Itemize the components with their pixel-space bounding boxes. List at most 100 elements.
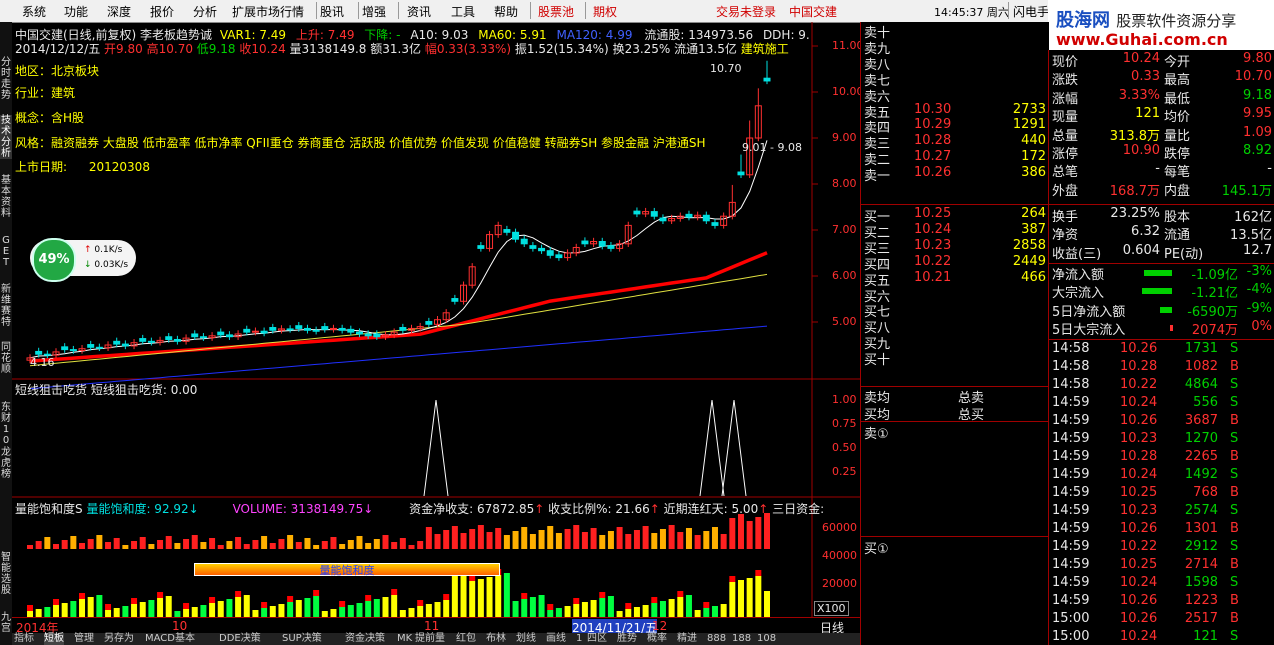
tab-tonghuashun[interactable]: 同花顺 (0, 342, 12, 375)
bottom-tab[interactable]: 概率 (647, 633, 667, 645)
menu-item-quote[interactable]: 报价 (150, 3, 174, 20)
tick-side: S (1230, 467, 1239, 482)
saturation-bar (746, 578, 753, 617)
bottom-tab[interactable]: 布林 (486, 633, 506, 645)
quote-label: 最低 (1164, 91, 1191, 107)
flash-trade-button[interactable]: 闪电手 (1013, 3, 1049, 20)
candle-body (113, 340, 121, 345)
menu-item-function[interactable]: 功能 (64, 3, 88, 20)
tick-price: 10.26 (1120, 611, 1158, 626)
tick-price: 10.24 (1120, 575, 1158, 590)
tick-side: S (1230, 341, 1239, 356)
volume-bar (131, 541, 138, 549)
style-row: 风格：融资融券 大盘股 低市盈率 低市净率 QFII重仓 券商重仓 活跃股 价值… (15, 136, 706, 150)
volume-bar (209, 538, 216, 549)
saturation-bar (685, 595, 692, 617)
volume-bar (304, 538, 311, 549)
bottom-tab[interactable]: 短板 (44, 633, 64, 645)
bottom-tab[interactable]: 提前量 (415, 633, 445, 645)
volume-bar (599, 535, 606, 549)
menu-item-tools[interactable]: 工具 (451, 3, 475, 20)
menu-item-options[interactable]: 期权 (593, 3, 617, 20)
menu-item-system[interactable]: 系统 (22, 3, 46, 20)
buy-queue-label: 买① (864, 542, 889, 557)
bottom-tab[interactable]: 1 (576, 633, 582, 645)
saturation-bar (157, 598, 164, 617)
volume-bar (685, 528, 692, 549)
bottom-tab[interactable]: 888 (707, 633, 726, 645)
volume-bar (625, 534, 632, 549)
tab-timeshare[interactable]: 分时走势 (0, 57, 12, 101)
sell-level-price: 10.30 (914, 101, 952, 117)
volume-bar (217, 545, 224, 549)
tab-xinwei[interactable]: 新维赛特 (0, 284, 12, 328)
volume-bar (165, 536, 172, 549)
sub1-axis-label: 0.75 (832, 417, 857, 430)
tab-get[interactable]: GET (0, 235, 12, 268)
tab-smart-pick[interactable]: 智能选股 (0, 552, 12, 596)
bottom-tab[interactable]: 四区 (587, 633, 607, 645)
bottom-tab[interactable]: 资金决策 (345, 633, 385, 645)
bottom-tab[interactable]: 指标 (14, 633, 34, 645)
tab-technical-analysis[interactable]: 技术分析 (0, 115, 12, 159)
quote-label: 内盘 (1164, 183, 1191, 199)
bottom-tab[interactable]: 108 (757, 633, 776, 645)
kline-chart-area[interactable] (12, 22, 860, 633)
speed-gauge[interactable]: 49% ↑ 0.1K/s ↓ 0.03K/s (30, 238, 136, 282)
saturation-bar (703, 608, 710, 617)
quote-label: 现量 (1052, 110, 1079, 126)
tab-fundamentals[interactable]: 基本资料 (0, 175, 12, 219)
bottom-tab[interactable]: 管理 (74, 633, 94, 645)
menu-item-stock-news[interactable]: 股讯 (320, 3, 344, 20)
candle-body (251, 330, 259, 333)
buy-level-price: 10.25 (914, 206, 952, 221)
menu-item-info[interactable]: 资讯 (407, 3, 431, 20)
saturation-cap (313, 590, 320, 596)
bottom-tab[interactable]: 188 (732, 633, 751, 645)
volume-bar (356, 536, 363, 549)
quote-label: 换手 (1052, 210, 1079, 225)
quote-value: 12.7 (1243, 242, 1272, 258)
three-day-funds: 三日资金: (772, 502, 825, 516)
menu-item-help[interactable]: 帮助 (494, 3, 518, 20)
flow-percent: -4% (1246, 282, 1272, 298)
bottom-tab[interactable]: SUP决策 (282, 633, 322, 645)
bottom-tab[interactable]: 红包 (456, 633, 476, 645)
candlestick-series[interactable] (26, 60, 771, 364)
bottom-tab[interactable]: MACD基本 (145, 633, 195, 645)
bottom-tab[interactable]: 划线 (516, 633, 536, 645)
menu-item-analysis[interactable]: 分析 (193, 3, 217, 20)
tab-dragon-tiger[interactable]: 龙虎榜 (0, 447, 12, 480)
saturation-bar (408, 608, 415, 617)
bottom-tab[interactable]: 胜势 (617, 633, 637, 645)
bottom-tab[interactable]: 精进 (677, 633, 697, 645)
trade-login-status[interactable]: 交易未登录 (716, 3, 776, 20)
tick-side: S (1230, 539, 1239, 554)
bottom-tab[interactable]: DDE决策 (219, 633, 261, 645)
style-value: 融资融券 大盘股 低市盈率 低市净率 QFII重仓 券商重仓 活跃股 价值优势 … (51, 136, 706, 150)
saturation-bar (226, 599, 233, 617)
tab-dongcai[interactable]: 东财10 (0, 402, 12, 446)
saturation-bar (521, 599, 528, 617)
gauge-percent: 49% (32, 238, 76, 282)
menu-item-enhance[interactable]: 增强 (362, 3, 386, 20)
time-label-oct: 10 (172, 619, 188, 633)
tick-volume: 4864 (1184, 377, 1218, 392)
saturation-bar (53, 605, 60, 617)
menu-item-stock-pool[interactable]: 股票池 (538, 3, 574, 20)
tick-time: 14:59 (1052, 503, 1090, 518)
bottom-tab[interactable]: MK (397, 633, 412, 645)
site-logo-banner: 股海网 股票软件资源分享 www.Guhai.com.cn (1048, 0, 1274, 50)
saturation-cap (651, 597, 658, 603)
bottom-tab[interactable]: 画线 (546, 633, 566, 645)
saturation-cap (521, 593, 528, 599)
bottom-tab[interactable]: 另存为 (104, 633, 134, 645)
candle-body (147, 340, 155, 343)
menu-item-extended-market[interactable]: 扩展市场行情 (232, 3, 304, 20)
candle-body (121, 343, 129, 347)
sub2-axis-label: 40000 (822, 549, 857, 562)
tab-nine-grid[interactable]: 九宫 (0, 612, 12, 634)
candle-body (338, 327, 346, 331)
menu-item-depth[interactable]: 深度 (107, 3, 131, 20)
candle-body (61, 346, 69, 351)
